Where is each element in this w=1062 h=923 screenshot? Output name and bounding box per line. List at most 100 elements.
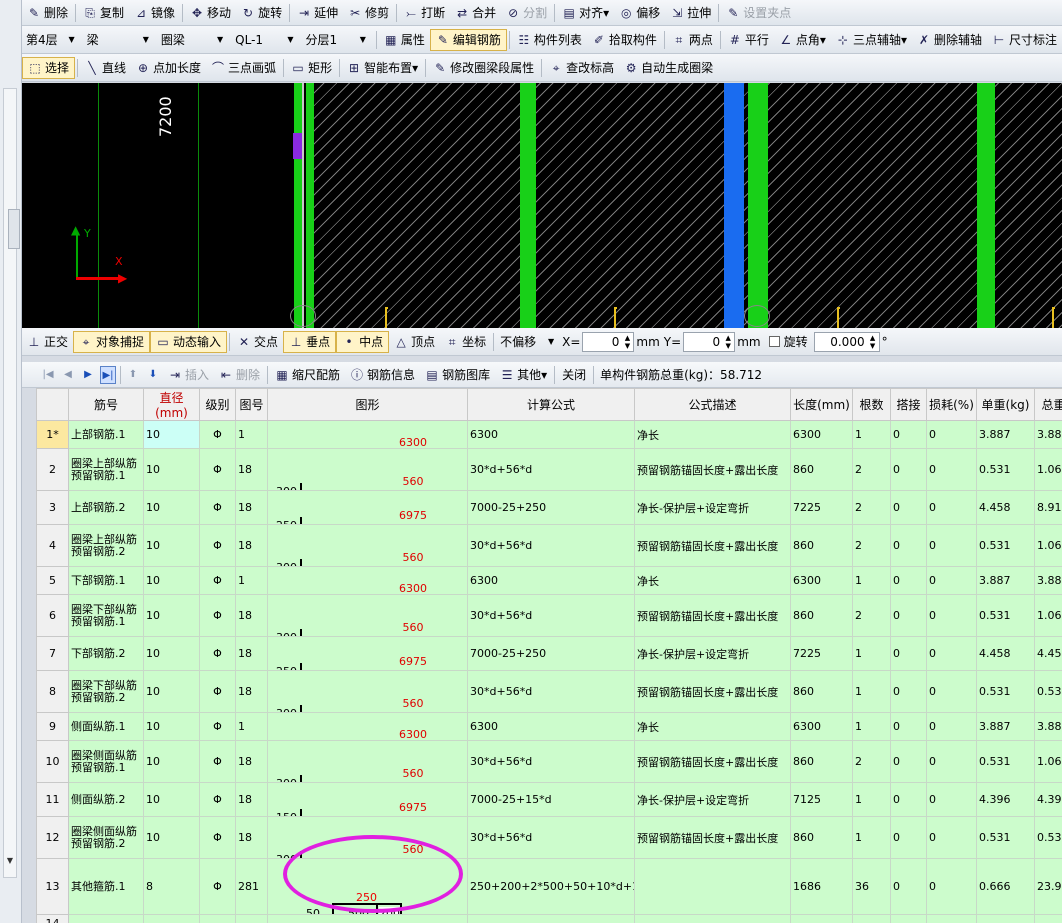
offset-mode-select[interactable]: 不偏移 ▼ [496, 332, 558, 352]
shape-cell[interactable]: 2506975 [267, 636, 468, 671]
diameter-cell[interactable]: 10 [143, 816, 200, 859]
unit-cell[interactable]: 0.531 [976, 816, 1035, 859]
tool-button[interactable]: 关闭 [557, 364, 591, 386]
table-row[interactable]: 4圈梁上部纵筋预留钢筋.210Φ1830056030*d+56*d预留钢筋锚固长… [36, 524, 1062, 567]
shape-cell[interactable]: 300560 [267, 448, 468, 491]
bar-name-cell[interactable] [68, 914, 144, 923]
lap-cell[interactable]: 0 [890, 740, 927, 783]
loss-cell[interactable]: 0 [926, 636, 977, 671]
floor-select[interactable]: 第4层 ▼ [22, 30, 79, 50]
unit-cell[interactable]: 0.531 [976, 524, 1035, 567]
tool-button[interactable]: • 中点 [336, 330, 390, 353]
column-header[interactable]: 公式描述 [634, 388, 791, 421]
desc-cell[interactable]: 净长 [634, 566, 791, 595]
spinner-icon[interactable]: ▲ ▼ [622, 334, 632, 350]
shape-cell[interactable] [267, 914, 468, 923]
formula-cell[interactable]: 30*d+56*d [467, 524, 635, 567]
count-cell[interactable]: 2 [852, 740, 891, 783]
lap-cell[interactable]: 0 [890, 524, 927, 567]
tool-button[interactable]: ✎ 设置夹点 [721, 2, 796, 24]
left-scrollbar[interactable] [3, 88, 20, 878]
grade-cell[interactable]: Φ [199, 490, 236, 525]
row-number[interactable]: 3 [36, 490, 69, 525]
table-row[interactable]: 11侧面纵筋.210Φ1815069757000-25+15*d净长-保护层+设… [36, 782, 1062, 817]
fig-cell[interactable]: 18 [235, 524, 268, 567]
tool-button[interactable]: ∠ 点角▾ [774, 29, 831, 51]
row-number[interactable]: 9 [36, 712, 69, 741]
column-header[interactable]: 单重(kg) [976, 388, 1035, 421]
loss-cell[interactable]: 0 [926, 490, 977, 525]
rebar-column-green[interactable] [977, 83, 995, 328]
tool-button[interactable]: ✂ 修剪 [343, 2, 394, 24]
lap-cell[interactable]: 0 [890, 858, 927, 915]
row-number[interactable]: 7 [36, 636, 69, 671]
total-cell[interactable]: 1.062 [1034, 740, 1062, 783]
len-cell[interactable]: 7225 [790, 490, 853, 525]
tool-button[interactable]: ✎ 编辑钢筋 [429, 28, 507, 51]
tool-button[interactable]: ▦ 缩尺配筋 [270, 364, 345, 386]
column-header[interactable]: 长度(mm) [790, 388, 853, 421]
fig-cell[interactable]: 1 [235, 566, 268, 595]
row-number[interactable]: 13 [36, 858, 69, 915]
formula-cell[interactable]: 250+200+2*500+50+10*d+13.25*d [467, 858, 635, 915]
len-cell[interactable] [790, 914, 853, 923]
y-offset-input[interactable]: 0 ▲ ▼ [683, 331, 736, 352]
unit-cell[interactable]: 0.531 [976, 670, 1035, 713]
formula-cell[interactable]: 30*d+56*d [467, 670, 635, 713]
unit-cell[interactable]: 4.396 [976, 782, 1035, 817]
lap-cell[interactable]: 0 [890, 636, 927, 671]
last-record-icon[interactable]: ▶| [100, 365, 116, 384]
tool-button[interactable]: ⌖ 对象捕捉 [73, 330, 151, 353]
tool-button[interactable]: ✎ 修改圈梁段属性 [428, 57, 539, 79]
tool-button[interactable]: ⇥ 插入 [163, 364, 214, 386]
tool-button[interactable]: ✗ 删除辅轴 [912, 29, 987, 51]
fig-cell[interactable]: 1 [235, 712, 268, 741]
shape-cell[interactable]: 6300 [267, 566, 468, 595]
lap-cell[interactable]: 0 [890, 816, 927, 859]
loss-cell[interactable]: 0 [926, 524, 977, 567]
subtype-select[interactable]: 圈梁 ▼ [157, 30, 227, 50]
formula-cell[interactable]: 7000-25+250 [467, 490, 635, 525]
tool-button[interactable]: ☷ 构件列表 [512, 29, 587, 51]
desc-cell[interactable]: 预留钢筋锚固长度+露出长度 [634, 670, 791, 713]
tool-button[interactable]: ╲ 直线 [80, 57, 131, 79]
grade-cell[interactable]: Φ [199, 712, 236, 741]
loss-cell[interactable]: 0 [926, 740, 977, 783]
rotate-checkbox[interactable] [768, 336, 780, 347]
tool-button[interactable]: ⌗ 两点 [667, 29, 718, 51]
table-row[interactable]: 10圈梁侧面纵筋预留钢筋.110Φ1830056030*d+56*d预留钢筋锚固… [36, 740, 1062, 783]
formula-cell[interactable]: 6300 [467, 566, 635, 595]
diameter-cell[interactable]: 10 [143, 636, 200, 671]
table-row[interactable]: 5下部钢筋.110Φ163006300净长63001003.8873.887 [36, 566, 1062, 595]
grade-cell[interactable]: Φ [199, 594, 236, 637]
len-cell[interactable]: 860 [790, 670, 853, 713]
len-cell[interactable]: 860 [790, 448, 853, 491]
row-number[interactable]: 4 [36, 524, 69, 567]
tool-button[interactable]: ⚙ 自动生成圈梁 [619, 57, 718, 79]
lap-cell[interactable]: 0 [890, 566, 927, 595]
len-cell[interactable]: 6300 [790, 566, 853, 595]
tool-button[interactable]: ⊹ 三点辅轴▾ [831, 29, 912, 51]
shape-cell[interactable]: 2506975 [267, 490, 468, 525]
unit-cell[interactable] [976, 914, 1035, 923]
desc-cell[interactable]: 预留钢筋锚固长度+露出长度 [634, 448, 791, 491]
rotate-input[interactable]: 0.000 ▲ ▼ [813, 331, 880, 352]
bar-name-cell[interactable]: 下部钢筋.1 [68, 566, 144, 595]
desc-cell[interactable]: 预留钢筋锚固长度+露出长度 [634, 816, 791, 859]
shape-cell[interactable]: 300560 [267, 740, 468, 783]
row-number[interactable]: 10 [36, 740, 69, 783]
tool-button[interactable]: ⊥ 垂点 [283, 330, 337, 353]
loss-cell[interactable]: 0 [926, 594, 977, 637]
count-cell[interactable] [852, 914, 891, 923]
table-row[interactable]: 9侧面纵筋.110Φ163006300净长63001003.8873.887 [36, 712, 1062, 741]
drawing-canvas[interactable]: 7200 ▲ Y ▶ X [22, 83, 1062, 328]
loss-cell[interactable]: 0 [926, 420, 977, 449]
row-number[interactable]: 1* [36, 420, 69, 449]
tool-button[interactable]: ⌗ 坐标 [440, 331, 491, 353]
column-header[interactable]: 图形 [267, 388, 468, 421]
len-cell[interactable]: 860 [790, 816, 853, 859]
scroll-down-arrow-icon[interactable]: ▼ [4, 856, 16, 866]
total-cell[interactable]: 1.062 [1034, 448, 1062, 491]
tool-button[interactable]: ⇤ 删除 [214, 364, 265, 386]
bar-name-cell[interactable]: 侧面纵筋.1 [68, 712, 144, 741]
